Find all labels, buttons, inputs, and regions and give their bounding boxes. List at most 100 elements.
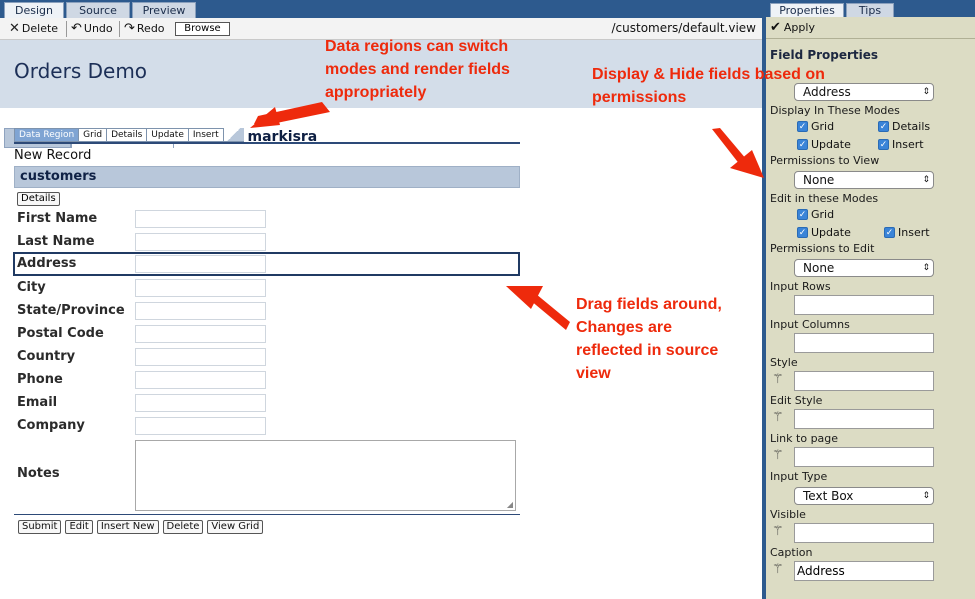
field-label: Notes	[17, 466, 60, 481]
field-label: Address	[17, 256, 77, 271]
select-arrows-icon: ⇕	[922, 263, 930, 273]
input-columns-field[interactable]	[794, 333, 934, 353]
magic-wand-icon[interactable]: ⚚	[772, 410, 784, 425]
tab-update[interactable]: Update	[146, 128, 188, 142]
perm-view-value: None	[803, 173, 835, 187]
company-input[interactable]	[135, 417, 266, 435]
first-name-input[interactable]	[135, 210, 266, 228]
undo-button[interactable]: ↶ Undo	[71, 21, 113, 37]
edit-modes-label: Edit in these Modes	[770, 192, 879, 205]
magic-wand-icon[interactable]: ⚚	[772, 524, 784, 539]
input-type-select[interactable]: Text Box ⇕	[794, 487, 934, 505]
annotation-data-regions: Data regions can switch modes and render…	[325, 35, 510, 104]
checkbox-checked-icon: ✓	[878, 121, 889, 132]
annotation-line: modes and render fields	[325, 61, 510, 78]
select-arrows-icon: ⇕	[922, 87, 930, 97]
style-label: Style	[770, 356, 798, 369]
field-row-company[interactable]: Company	[14, 415, 520, 437]
checkbox-label: Insert	[892, 138, 924, 151]
field-row-phone[interactable]: Phone	[14, 369, 520, 391]
tab-tips[interactable]: Tips	[846, 3, 894, 17]
field-row-state[interactable]: State/Province	[14, 300, 520, 322]
checkbox-checked-icon: ✓	[878, 139, 889, 150]
field-label: Last Name	[17, 234, 95, 249]
field-row-city[interactable]: City	[14, 277, 520, 299]
email-input[interactable]	[135, 394, 266, 412]
toolbar-divider	[66, 21, 67, 37]
data-region-tabs: Data Region Grid Details Update Insert	[14, 128, 244, 142]
perm-edit-label: Permissions to Edit	[770, 242, 875, 255]
field-label: First Name	[17, 211, 98, 226]
perm-view-select[interactable]: None ⇕	[794, 171, 934, 189]
magic-wand-icon[interactable]: ⚚	[772, 448, 784, 463]
delete-record-button[interactable]: Delete	[162, 520, 204, 534]
display-insert-checkbox[interactable]: ✓ Insert	[878, 138, 924, 151]
magic-wand-icon[interactable]: ⚚	[772, 372, 784, 387]
tab-preview[interactable]: Preview	[132, 2, 196, 18]
annotation-line: reflected in source	[576, 342, 719, 359]
postal-code-input[interactable]	[135, 325, 266, 343]
submit-button[interactable]: Submit	[18, 520, 62, 534]
field-row-notes[interactable]: Notes ◢	[14, 440, 520, 512]
country-input[interactable]	[135, 348, 266, 366]
delete-button[interactable]: ✕ Delete	[9, 21, 58, 37]
magic-wand-icon[interactable]: ⚚	[772, 562, 784, 577]
apply-button[interactable]: ✔ Apply	[770, 20, 815, 35]
browse-button[interactable]: Browse	[175, 22, 230, 36]
tab-properties[interactable]: Properties	[770, 3, 844, 17]
perm-edit-select[interactable]: None ⇕	[794, 259, 934, 277]
state-input[interactable]	[135, 302, 266, 320]
edit-style-field[interactable]	[794, 409, 934, 429]
resize-grip-icon[interactable]: ◢	[507, 500, 513, 509]
annotation-drag-fields: Drag fields around, Changes are reflecte…	[576, 293, 722, 385]
tab-design[interactable]: Design	[4, 2, 64, 18]
edit-update-checkbox[interactable]: ✓ Update	[797, 226, 851, 239]
field-row-email[interactable]: Email	[14, 392, 520, 414]
phone-input[interactable]	[135, 371, 266, 389]
checkbox-label: Grid	[811, 208, 835, 221]
annotation-line: appropriately	[325, 84, 427, 101]
edit-button[interactable]: Edit	[65, 520, 93, 534]
tab-insert[interactable]: Insert	[187, 128, 224, 142]
view-grid-button[interactable]: View Grid	[207, 520, 264, 534]
details-button[interactable]: Details	[17, 192, 60, 206]
field-row-address[interactable]: Address	[13, 252, 520, 276]
last-name-input[interactable]	[135, 233, 266, 251]
annotation-permissions: Display & Hide fields based on permissio…	[592, 63, 825, 109]
input-columns-label: Input Columns	[770, 318, 850, 331]
select-arrows-icon: ⇕	[922, 175, 930, 185]
annotation-line: Drag fields around,	[576, 296, 722, 313]
field-row-last-name[interactable]: Last Name	[14, 231, 520, 253]
perm-edit-value: None	[803, 261, 835, 275]
style-field[interactable]	[794, 371, 934, 391]
address-input[interactable]	[135, 255, 266, 273]
visible-field[interactable]	[794, 523, 934, 543]
caption-field[interactable]: Address	[794, 561, 934, 581]
redo-button[interactable]: ↷ Redo	[124, 21, 165, 37]
display-grid-checkbox[interactable]: ✓ Grid	[797, 120, 834, 133]
annotation-line: permissions	[592, 89, 687, 106]
display-details-checkbox[interactable]: ✓ Details	[878, 120, 930, 133]
city-input[interactable]	[135, 279, 266, 297]
link-to-page-field[interactable]	[794, 447, 934, 467]
region-header: customers	[14, 166, 520, 188]
field-label: Phone	[17, 372, 63, 387]
tab-source[interactable]: Source	[66, 2, 130, 18]
annotation-line: Data regions can switch	[325, 38, 509, 55]
delete-label: Delete	[21, 22, 59, 35]
perm-view-label: Permissions to View	[770, 154, 880, 167]
edit-grid-checkbox[interactable]: ✓ Grid	[797, 208, 834, 221]
field-row-postal-code[interactable]: Postal Code	[14, 323, 520, 345]
display-update-checkbox[interactable]: ✓ Update	[797, 138, 851, 151]
field-row-first-name[interactable]: First Name	[14, 208, 520, 230]
tab-details[interactable]: Details	[106, 128, 147, 142]
input-rows-field[interactable]	[794, 295, 934, 315]
tab-data-region[interactable]: Data Region	[14, 128, 79, 142]
notes-textarea[interactable]: ◢	[135, 440, 516, 511]
input-type-value: Text Box	[803, 489, 854, 503]
checkmark-icon: ✔	[770, 20, 781, 35]
tab-grid[interactable]: Grid	[78, 128, 107, 142]
edit-insert-checkbox[interactable]: ✓ Insert	[884, 226, 930, 239]
insert-new-button[interactable]: Insert New	[96, 520, 159, 534]
field-row-country[interactable]: Country	[14, 346, 520, 368]
